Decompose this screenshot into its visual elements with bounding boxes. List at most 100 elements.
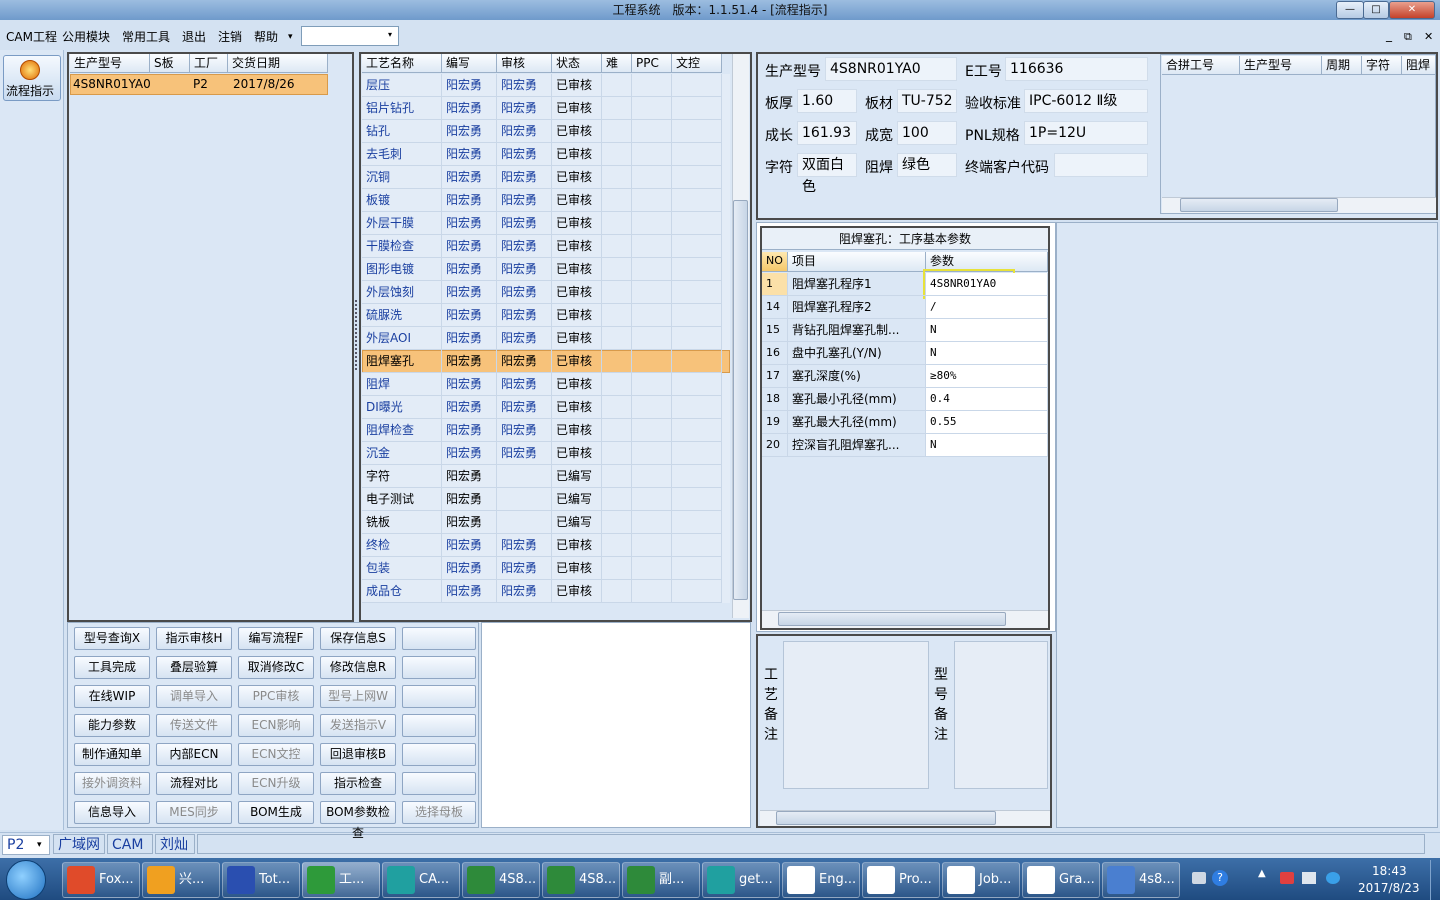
tray-app-icon[interactable] [1280,872,1294,884]
col-no[interactable]: NO [762,252,788,272]
prod-model-field[interactable]: 4S8NR01YA0 [825,57,957,81]
menu-exit[interactable]: 退出 [182,28,206,45]
taskbar-item[interactable]: 副... [622,862,700,898]
mdi-minimize-button[interactable]: _ [1386,28,1392,42]
action-button[interactable]: 指示审核H [156,627,232,650]
maximize-button[interactable]: □ [1363,1,1389,19]
action-button[interactable]: 发送指示V [320,714,396,737]
standard-field[interactable]: IPC-6012 Ⅱ级 [1024,89,1148,113]
col-delivery-date[interactable]: 交货日期 [228,54,328,73]
col-status[interactable]: 状态 [552,54,602,73]
action-button[interactable]: ECN升级 [238,772,314,795]
param-value[interactable]: N [926,434,1048,457]
taskbar-item[interactable]: Pro... [862,862,940,898]
param-value[interactable]: N [926,319,1048,342]
taskbar-item[interactable]: Eng... [782,862,860,898]
taskbar-item[interactable]: Fox... [62,862,140,898]
action-button[interactable]: 工具完成 [74,656,150,679]
scrollbar-thumb[interactable] [778,612,1006,626]
col-ppc[interactable]: PPC [632,54,672,73]
thickness-field[interactable]: 1.60 [797,89,857,113]
action-button[interactable]: 调单导入 [156,685,232,708]
menu-cam[interactable]: CAM工程 [6,28,57,45]
taskbar-item[interactable]: Gra... [1022,862,1100,898]
action-button[interactable]: BOM参数检查 [320,801,396,840]
param-value[interactable]: 4S8NR01YA0 [926,273,1048,296]
action-button[interactable]: PPC审核 [238,685,314,708]
mask-field[interactable]: 绿色 [897,153,957,177]
taskbar-item[interactable]: 4S8... [542,862,620,898]
param-value[interactable]: N [926,342,1048,365]
taskbar-item[interactable]: 工... [302,862,380,898]
param-value[interactable]: 0.4 [926,388,1048,411]
action-button[interactable]: 修改信息R [320,656,396,679]
col-item[interactable]: 项目 [788,252,926,272]
col-process-name[interactable]: 工艺名称 [362,54,442,73]
pnl-field[interactable]: 1P=12U [1024,121,1148,145]
action-button[interactable] [402,685,476,708]
col-mask[interactable]: 阻焊 [1402,56,1436,75]
process-remark-textarea[interactable] [783,641,929,789]
taskbar-item[interactable]: 兴... [142,862,220,898]
action-button[interactable]: 内部ECN [156,743,232,766]
col-factory[interactable]: 工厂 [190,54,228,73]
menu-help[interactable]: 帮助 [254,28,278,45]
action-button[interactable]: 流程对比 [156,772,232,795]
taskbar-item[interactable]: Job... [942,862,1020,898]
char-field[interactable]: 双面白色 [797,153,857,195]
taskbar-item[interactable]: 4S8... [462,862,540,898]
action-button[interactable]: 叠层验算 [156,656,232,679]
col-s-board[interactable]: S板 [150,54,190,73]
taskbar-item[interactable]: 4s8... [1102,862,1180,898]
action-button[interactable]: 接外调资料 [74,772,150,795]
scrollbar-thumb[interactable] [1180,198,1338,212]
splitter-handle[interactable] [355,300,359,370]
action-button[interactable] [402,743,476,766]
param-value[interactable]: / [926,296,1048,319]
action-button[interactable]: ECN影响 [238,714,314,737]
menu-tools[interactable]: 常用工具 [122,28,170,45]
taskbar-item[interactable]: get... [702,862,780,898]
action-button[interactable] [402,714,476,737]
action-button[interactable]: MES同步 [156,801,232,824]
col-writer[interactable]: 编写 [442,54,497,73]
col-merge-model[interactable]: 生产型号 [1240,56,1322,75]
length-field[interactable]: 161.93 [797,121,857,145]
col-merge-no[interactable]: 合拼工号 [1162,56,1240,75]
action-button[interactable]: 信息导入 [74,801,150,824]
minimize-button[interactable]: — [1336,1,1364,19]
action-button[interactable] [402,772,476,795]
action-button[interactable] [402,627,476,650]
taskbar-item[interactable]: Tot... [222,862,300,898]
action-button[interactable]: 选择母板 [402,801,476,824]
help-icon[interactable]: ? [1212,870,1228,886]
action-button[interactable]: 回退审核B [320,743,396,766]
action-button[interactable]: 编写流程F [238,627,314,650]
tray-arrow-icon[interactable]: ▲ [1258,868,1266,879]
taskbar-item[interactable]: CA... [382,862,460,898]
keyboard-icon[interactable] [1192,872,1206,884]
action-button[interactable]: 制作通知单 [74,743,150,766]
action-button[interactable] [402,656,476,679]
col-prod-model[interactable]: 生产型号 [70,54,150,73]
action-button[interactable]: 取消修改C [238,656,314,679]
close-button[interactable]: ✕ [1389,1,1435,19]
col-reviewer[interactable]: 审核 [497,54,552,73]
mdi-close-button[interactable]: ✕ [1424,30,1433,43]
action-button[interactable]: 能力参数 [74,714,150,737]
param-value[interactable]: 0.55 [926,411,1048,434]
menu-public[interactable]: 公用模块 [62,28,110,45]
network-icon[interactable] [1302,872,1316,884]
start-icon[interactable] [6,860,46,900]
width-field[interactable]: 100 [897,121,957,145]
material-field[interactable]: TU-752 [897,89,957,113]
action-button[interactable]: 指示检查 [320,772,396,795]
col-char[interactable]: 字符 [1362,56,1402,75]
col-difficulty[interactable]: 难 [602,54,632,73]
action-button[interactable]: ECN文控 [238,743,314,766]
action-button[interactable]: BOM生成 [238,801,314,824]
model-remark-textarea[interactable] [954,641,1048,789]
scrollbar-thumb[interactable] [776,811,996,825]
tray-bird-icon[interactable] [1326,872,1340,884]
show-desktop-button[interactable] [1430,860,1440,900]
